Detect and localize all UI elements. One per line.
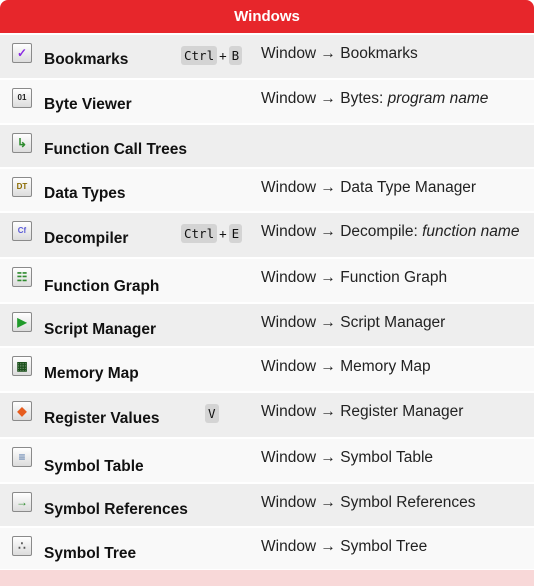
- key-separator: +: [219, 47, 227, 63]
- function-graph-icon: ☷: [12, 267, 32, 287]
- window-name: Bookmarks: [44, 51, 129, 68]
- menu-path: Window → Bookmarks: [261, 45, 418, 63]
- menu-path-text: Window → Memory Map: [261, 358, 431, 375]
- menu-path-text: Window → Bookmarks: [261, 45, 418, 62]
- window-name: Data Types: [44, 185, 126, 202]
- shortcuts-card: Windows ✓ Bookmarks Ctrl + B Window → Bookmar…: [0, 0, 534, 586]
- menu-path-text: Window → Data Type Manager: [261, 179, 477, 196]
- window-name: Symbol Tree: [44, 545, 137, 562]
- menu-path: Window → Function Graph: [261, 269, 447, 287]
- symbol-references-icon: →: [12, 492, 32, 512]
- window-row: ∴ Symbol Tree Window → Symbol Tree: [0, 528, 534, 571]
- menu-path-text: Window → Decompile:: [261, 223, 423, 240]
- menu-path: Window → Decompile: function name: [261, 223, 519, 241]
- menu-path: Window → Symbol References: [261, 494, 476, 512]
- bookmark-check-icon: ✓: [12, 43, 32, 63]
- key-cap: Ctrl: [181, 223, 218, 243]
- menu-path-text: Window → Bytes:: [261, 90, 388, 107]
- menu-path: Window → Script Manager: [261, 314, 445, 332]
- window-row: 01 Byte Viewer Window → Bytes: program nam…: [0, 80, 534, 125]
- window-row: ✓ Bookmarks Ctrl + B Window → Bookmarks: [0, 35, 534, 80]
- keyboard-shortcut: Ctrl + B: [181, 44, 243, 66]
- window-list: ✓ Bookmarks Ctrl + B Window → Bookmarks 01 Byte…: [0, 35, 534, 571]
- window-row: ▶ Script Manager Window → Script Manager: [0, 304, 534, 348]
- data-types-icon: DT: [12, 177, 32, 197]
- symbol-table-icon: ≡: [12, 447, 32, 467]
- key-cap: E: [228, 223, 243, 243]
- key-separator: +: [219, 225, 227, 241]
- key-cap: B: [228, 45, 243, 65]
- memory-map-icon: ▦: [12, 356, 32, 376]
- menu-path: Window → Data Type Manager: [261, 179, 476, 197]
- window-row: ≡ Symbol Table Window → Symbol Table: [0, 439, 534, 484]
- menu-path: Window → Bytes: program name: [261, 90, 488, 108]
- footer-bar: [0, 570, 534, 586]
- key-cap: Ctrl: [181, 45, 218, 65]
- menu-path-text: Window → Function Graph: [261, 269, 448, 286]
- window-row: ☷ Function Graph Window → Function Graph: [0, 259, 534, 304]
- menu-path: Window → Symbol Tree: [261, 538, 427, 556]
- window-name: Memory Map: [44, 365, 139, 382]
- window-row: Cf Decompiler Ctrl + E Window → Decompile: fu…: [0, 213, 534, 259]
- window-name: Script Manager: [44, 321, 156, 338]
- symbol-tree-icon: ∴: [12, 536, 32, 556]
- menu-path-text: Window → Symbol Tree: [261, 538, 428, 555]
- key-cap: V: [205, 403, 219, 423]
- window-name: Function Graph: [44, 278, 160, 295]
- register-values-icon: ◆: [12, 401, 32, 421]
- menu-path: Window → Memory Map: [261, 358, 431, 376]
- decompiler-icon: Cf: [12, 221, 32, 241]
- window-name: Function Call Trees: [44, 141, 187, 158]
- menu-path-text: Window → Symbol References: [261, 494, 476, 511]
- menu-path-text: Window → Script Manager: [261, 314, 446, 331]
- menu-path-text: Window → Symbol Table: [261, 449, 434, 466]
- menu-path-placeholder: function name: [422, 223, 520, 240]
- script-manager-icon: ▶: [12, 312, 32, 332]
- menu-path-placeholder: program name: [387, 90, 489, 107]
- section-header: Windows: [0, 0, 534, 33]
- menu-path-text: Window → Register Manager: [261, 403, 464, 420]
- window-name: Symbol References: [44, 501, 188, 518]
- window-name: Register Values: [44, 410, 160, 427]
- window-row: ▦ Memory Map Window → Memory Map: [0, 348, 534, 393]
- call-tree-icon: ↳: [12, 133, 32, 153]
- window-name: Symbol Table: [44, 458, 144, 475]
- window-row: DT Data Types Window → Data Type Manager: [0, 169, 534, 213]
- window-name: Byte Viewer: [44, 96, 132, 113]
- keyboard-shortcut: V: [205, 402, 219, 424]
- window-row: ◆ Register Values V Window → Register Manag…: [0, 393, 534, 439]
- keyboard-shortcut: Ctrl + E: [181, 222, 243, 244]
- window-name: Decompiler: [44, 230, 129, 247]
- menu-path: Window → Symbol Table: [261, 449, 433, 467]
- menu-path: Window → Register Manager: [261, 403, 463, 421]
- window-row: ↳ Function Call Trees: [0, 125, 534, 169]
- byte-viewer-icon: 01: [12, 88, 32, 108]
- window-row: → Symbol References Window → Symbol Refere…: [0, 484, 534, 528]
